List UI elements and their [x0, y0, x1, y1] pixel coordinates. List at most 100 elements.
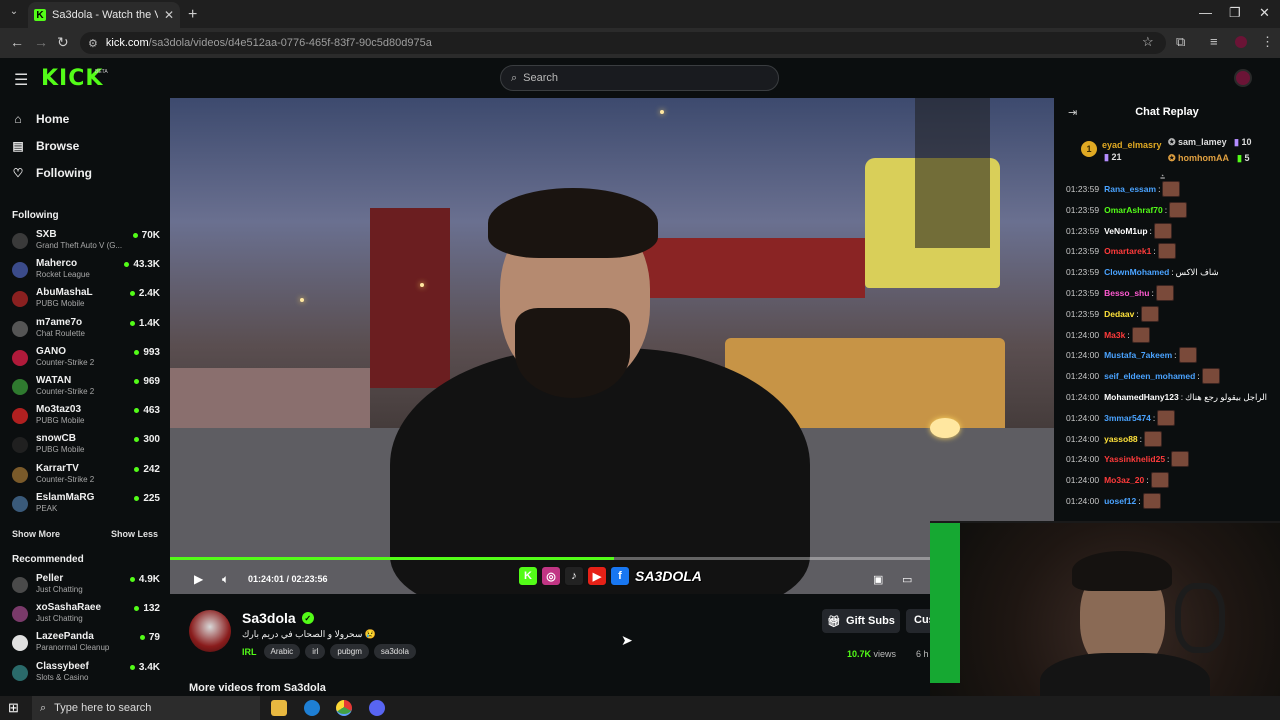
- close-window-icon[interactable]: ✕: [1259, 5, 1270, 21]
- gift-subs-button[interactable]: 🎁︎ Gift Subs: [822, 609, 900, 633]
- tag[interactable]: Arabic: [263, 644, 301, 659]
- extensions-icon[interactable]: ⧉: [1176, 34, 1185, 50]
- bookmark-star-icon[interactable]: ☆: [1142, 34, 1154, 50]
- chat-username[interactable]: Mo3az_20: [1104, 475, 1144, 485]
- chat-username[interactable]: Rana_essam: [1104, 184, 1156, 194]
- forward-icon[interactable]: →: [34, 34, 48, 50]
- sidebar-channel-xosasharaee[interactable]: xoSashaRaee Just Chatting 132: [12, 602, 160, 630]
- chrome-icon[interactable]: [336, 700, 352, 716]
- chat-username[interactable]: 3mmar5474: [1104, 413, 1151, 423]
- sidebar-channel-maherco[interactable]: Maherco Rocket League 43.3K: [12, 258, 160, 286]
- channel-category: Grand Theft Auto V (G...: [36, 241, 123, 250]
- chat-timestamp: 01:23:59: [1066, 308, 1100, 319]
- reload-icon[interactable]: ↻: [57, 34, 69, 51]
- video-player[interactable]: [170, 98, 1054, 594]
- chat-username[interactable]: seif_eldeen_mohamed: [1104, 371, 1195, 381]
- show-less-link[interactable]: Show Less: [111, 529, 158, 539]
- verified-icon: ✓: [301, 612, 314, 624]
- sidebar-channel-m7ame7o[interactable]: m7ame7o Chat Roulette 1.4K: [12, 317, 160, 345]
- show-more-link[interactable]: Show More: [12, 529, 60, 539]
- live-dot-icon: [134, 437, 140, 443]
- viewer-count: 1.4K: [129, 318, 160, 329]
- obs-icon[interactable]: [369, 700, 385, 716]
- chat-username[interactable]: MohamedHany123: [1104, 392, 1179, 402]
- sidebar-channel-abumashal[interactable]: AbuMashaL PUBG Mobile 2.4K: [12, 287, 160, 315]
- media-control-icon[interactable]: ≡: [1210, 34, 1218, 49]
- chat-username[interactable]: uosef12: [1104, 496, 1136, 506]
- sidebar-channel-lazeepanda[interactable]: LazeePanda Paranormal Cleanup 79: [12, 631, 160, 659]
- sidebar-channel-mo3taz03[interactable]: Mo3taz03 PUBG Mobile 463: [12, 404, 160, 432]
- volume-icon[interactable]: 🔈︎: [222, 572, 229, 587]
- mini-player-icon[interactable]: ▣: [873, 573, 883, 586]
- hamburger-menu-icon[interactable]: ☰: [14, 70, 28, 90]
- taskbar-search[interactable]: ⌕ Type here to search: [32, 696, 260, 720]
- chat-username[interactable]: yasso88: [1104, 434, 1138, 444]
- chat-username[interactable]: Omartarek1: [1104, 246, 1151, 256]
- social-logo-icon: ▶: [587, 566, 607, 586]
- chat-username[interactable]: Besso_shu: [1104, 288, 1149, 298]
- sidebar-channel-peller[interactable]: Peller Just Chatting 4.9K: [12, 573, 160, 601]
- collapse-chat-icon[interactable]: ⇥: [1068, 106, 1077, 119]
- back-icon[interactable]: ←: [10, 34, 24, 50]
- search-input[interactable]: [523, 72, 744, 84]
- chat-username[interactable]: VeNoM1up: [1104, 226, 1147, 236]
- channel-name[interactable]: Sa3dola: [242, 610, 296, 626]
- chat-username[interactable]: ClownMohamed: [1104, 267, 1169, 277]
- tag[interactable]: pubgm: [330, 644, 369, 659]
- sidebar-channel-snowcb[interactable]: snowCB PUBG Mobile 300: [12, 433, 160, 461]
- tab-search-icon[interactable]: ⌄: [6, 6, 22, 22]
- theater-mode-icon[interactable]: ▭: [902, 573, 912, 586]
- close-tab-icon[interactable]: ✕: [164, 8, 174, 22]
- chat-colon: :: [1136, 308, 1139, 319]
- nav-following[interactable]: ♡ Following: [12, 166, 92, 180]
- nav-home[interactable]: ⌂ Home: [12, 112, 69, 126]
- leaderboard-third[interactable]: ✪ homhomAA: [1168, 153, 1229, 164]
- profile-avatar[interactable]: [1235, 36, 1247, 48]
- nav-browse[interactable]: ▤ Browse: [12, 139, 79, 153]
- url-host: kick.com: [105, 37, 149, 49]
- progress-bar[interactable]: [170, 557, 930, 560]
- chat-username[interactable]: OmarAshraf70: [1104, 205, 1163, 215]
- sidebar-channel-sxb[interactable]: SXB Grand Theft Auto V (G... 70K: [12, 229, 160, 257]
- file-explorer-icon[interactable]: [271, 700, 287, 716]
- sidebar-channel-karrartv[interactable]: KarrarTV Counter-Strike 2 242: [12, 463, 160, 491]
- sidebar-channel-eslammarg[interactable]: EslamMaRG PEAK 225: [12, 492, 160, 520]
- play-icon[interactable]: ▶: [194, 572, 203, 586]
- site-info-icon[interactable]: ⚙: [88, 37, 98, 50]
- restore-icon[interactable]: ❐: [1229, 5, 1241, 21]
- category-link[interactable]: IRL: [242, 647, 257, 657]
- browser-tab[interactable]: K Sa3dola - Watch the VOD on Ki ✕: [28, 2, 180, 28]
- sidebar-channel-watan[interactable]: WATAN Counter-Strike 2 969: [12, 375, 160, 403]
- sidebar-channel-gano[interactable]: GANO Counter-Strike 2 993: [12, 346, 160, 374]
- tag[interactable]: irl: [305, 644, 326, 659]
- chat-username[interactable]: Dedaav: [1104, 309, 1134, 319]
- chat-username[interactable]: Ma3k: [1104, 330, 1125, 340]
- leaderboard-first-name[interactable]: eyad_elmasry: [1102, 140, 1162, 150]
- street-light: [300, 298, 304, 302]
- live-dot-icon: [134, 466, 140, 472]
- chat-username[interactable]: Mustafa_7akeem: [1104, 350, 1172, 360]
- chat-username[interactable]: Yassinkhelid25: [1104, 454, 1165, 464]
- search-box[interactable]: ⌕: [500, 65, 779, 91]
- chat-timestamp: 01:23:59: [1066, 288, 1100, 298]
- browse-icon: ▤: [12, 139, 24, 153]
- stream-chat-overlay: [915, 98, 990, 248]
- channel-name: Mo3taz03: [36, 404, 82, 416]
- social-logo-icon: ◎: [541, 566, 561, 586]
- edge-icon[interactable]: [304, 700, 320, 716]
- new-tab-icon[interactable]: +: [188, 6, 197, 24]
- chat-colon: :: [1171, 267, 1174, 278]
- chat-emote: [1155, 285, 1174, 301]
- address-bar[interactable]: ⚙ kick.com/sa3dola/videos/d4e512aa-0776-…: [80, 32, 1166, 54]
- chat-colon: :: [1127, 329, 1130, 340]
- minimize-icon[interactable]: —: [1199, 5, 1212, 20]
- tag[interactable]: sa3dola: [373, 644, 416, 659]
- chat-message: 01:24:00 Ma3k:: [1066, 326, 1150, 343]
- windows-start-icon[interactable]: ⊞: [8, 700, 19, 716]
- chat-emote: [1157, 243, 1176, 260]
- channel-avatar[interactable]: [189, 610, 231, 652]
- sidebar-channel-classybeef[interactable]: Classybeef Slots & Casino 3.4K: [12, 661, 160, 689]
- user-avatar[interactable]: [1234, 69, 1252, 87]
- leaderboard-second[interactable]: ✪ sam_lamey: [1168, 137, 1227, 148]
- browser-menu-icon[interactable]: ⋮: [1261, 34, 1274, 50]
